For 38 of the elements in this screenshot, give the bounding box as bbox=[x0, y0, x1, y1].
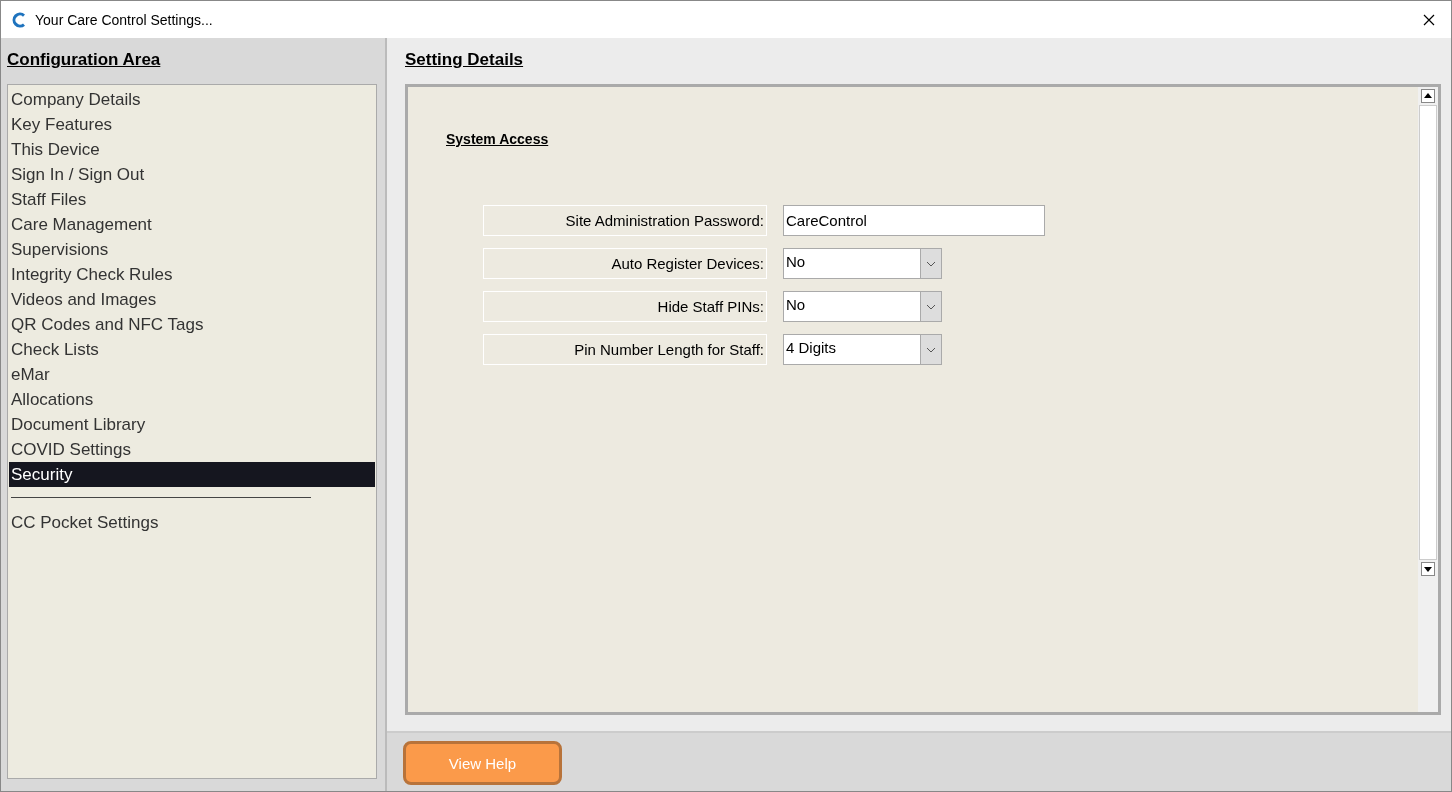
sidebar-item[interactable]: Check Lists bbox=[9, 337, 375, 362]
scroll-up-icon[interactable] bbox=[1421, 89, 1435, 103]
password-field[interactable]: CareControl bbox=[783, 205, 1045, 236]
sidebar-item[interactable]: CC Pocket Settings bbox=[9, 510, 375, 535]
dropdown[interactable]: No bbox=[783, 248, 942, 279]
field-label: Pin Number Length for Staff: bbox=[483, 334, 767, 365]
scrollbar[interactable] bbox=[1418, 87, 1438, 712]
dropdown[interactable]: No bbox=[783, 291, 942, 322]
scroll-thumb[interactable] bbox=[1419, 105, 1437, 560]
section-heading: System Access bbox=[446, 131, 550, 147]
sidebar-item[interactable]: QR Codes and NFC Tags bbox=[9, 312, 375, 337]
chevron-down-icon bbox=[926, 346, 936, 353]
sidebar-item[interactable]: COVID Settings bbox=[9, 437, 375, 462]
scroll-down-icon[interactable] bbox=[1421, 562, 1435, 576]
sidebar-item[interactable]: Security bbox=[9, 462, 375, 487]
details-heading: Setting Details bbox=[405, 49, 525, 71]
sidebar-heading: Configuration Area bbox=[7, 49, 162, 71]
sidebar-item[interactable]: Care Management bbox=[9, 212, 375, 237]
field-label: Hide Staff PINs: bbox=[483, 291, 767, 322]
sidebar-item[interactable]: Key Features bbox=[9, 112, 375, 137]
sidebar-item[interactable]: Company Details bbox=[9, 87, 375, 112]
sidebar-item[interactable]: Document Library bbox=[9, 412, 375, 437]
field-label: Auto Register Devices: bbox=[483, 248, 767, 279]
sidebar-item[interactable]: Staff Files bbox=[9, 187, 375, 212]
chevron-down-icon bbox=[926, 260, 936, 267]
app-logo-icon bbox=[11, 11, 27, 28]
sidebar-item[interactable]: Sign In / Sign Out bbox=[9, 162, 375, 187]
sidebar-item[interactable]: Allocations bbox=[9, 387, 375, 412]
field-label: Site Administration Password: bbox=[483, 205, 767, 236]
sidebar-item[interactable]: This Device bbox=[9, 137, 375, 162]
sidebar-item[interactable]: Supervisions bbox=[9, 237, 375, 262]
close-icon[interactable] bbox=[1423, 13, 1435, 26]
sidebar-item[interactable]: Videos and Images bbox=[9, 287, 375, 312]
window-title: Your Care Control Settings... bbox=[35, 11, 214, 28]
sidebar-item[interactable]: Integrity Check Rules bbox=[9, 262, 375, 287]
sidebar-item[interactable]: eMar bbox=[9, 362, 375, 387]
dropdown[interactable]: 4 Digits bbox=[783, 334, 942, 365]
chevron-down-icon bbox=[926, 303, 936, 310]
